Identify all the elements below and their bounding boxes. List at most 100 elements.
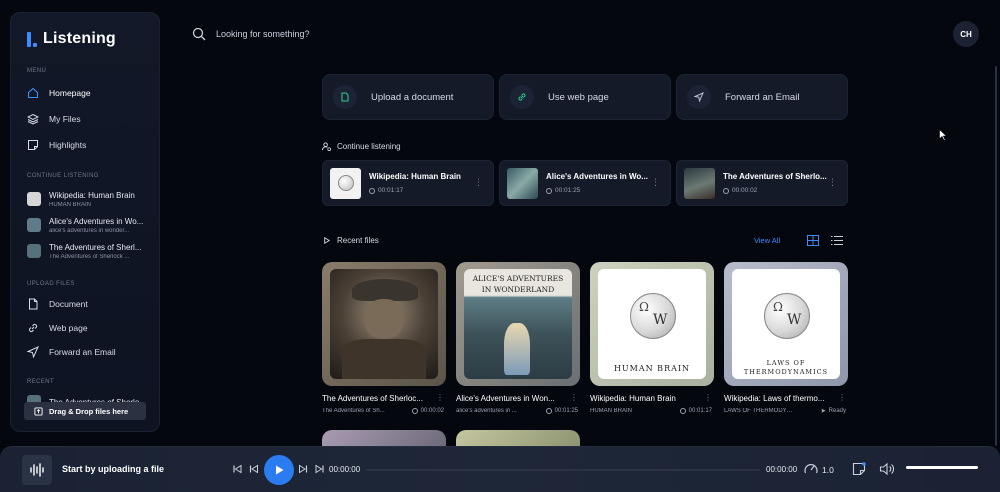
play-button[interactable] bbox=[264, 455, 294, 485]
thumbnail bbox=[684, 167, 715, 199]
notes-icon[interactable] bbox=[852, 462, 866, 476]
more-options-icon[interactable]: ⋮ bbox=[838, 393, 846, 402]
upload-icon bbox=[34, 406, 43, 416]
continue-card[interactable]: The Adventures of Sherlo... 00:00:02 ⋮ bbox=[676, 160, 848, 206]
layers-icon bbox=[27, 113, 39, 125]
sidebar-item-web-page[interactable]: Web page bbox=[27, 319, 155, 337]
rewind-icon[interactable] bbox=[249, 464, 259, 474]
send-icon bbox=[27, 346, 39, 358]
upload-document-card[interactable]: Upload a document bbox=[322, 74, 494, 120]
sidebar-item-homepage[interactable]: Homepage bbox=[27, 84, 155, 102]
skip-start-icon[interactable] bbox=[232, 464, 242, 474]
card-title: Wikipedia: Human Brain bbox=[369, 172, 461, 181]
search-icon[interactable] bbox=[192, 27, 206, 41]
user-avatar[interactable]: CH bbox=[953, 21, 979, 47]
file-status: ▶ Ready bbox=[821, 408, 846, 414]
file-subtitle: LAWS OF THERMODYNA... bbox=[724, 408, 796, 414]
sidebar-item-label: Highlights bbox=[49, 140, 87, 150]
menu-section-label: MENU bbox=[27, 68, 47, 74]
item-title: Wikipedia: Human Brain bbox=[49, 190, 135, 200]
file-cover: HUMAN BRAIN bbox=[590, 262, 714, 386]
sidebar-item-document[interactable]: Document bbox=[27, 295, 155, 313]
more-options-icon[interactable]: ⋮ bbox=[828, 177, 837, 188]
audio-player: Start by uploading a file 00:00:00 00:00… bbox=[0, 446, 1000, 492]
sidebar-item-my-files[interactable]: My Files bbox=[27, 110, 155, 128]
item-subtitle: The Adventures of Sherlock ... bbox=[49, 253, 130, 260]
file-cover: LAWS OF THERMODYNAMICS bbox=[724, 262, 848, 386]
grid-view-icon[interactable] bbox=[807, 235, 819, 246]
play-small-icon: ▶ bbox=[821, 408, 826, 414]
brand-logo[interactable]: Listening bbox=[27, 30, 116, 48]
clock-icon bbox=[546, 187, 552, 194]
recent-file-card[interactable]: The Adventures of Sherloc... ⋮ The Adven… bbox=[322, 262, 446, 422]
file-title: Wikipedia: Human Brain bbox=[590, 394, 676, 403]
thumbnail bbox=[27, 244, 41, 258]
wikipedia-globe-icon bbox=[764, 293, 810, 339]
scrollbar[interactable] bbox=[995, 66, 997, 446]
brand-name: Listening bbox=[43, 30, 116, 47]
sidebar-item-label: Document bbox=[49, 299, 88, 309]
section-title: Continue listening bbox=[337, 142, 401, 151]
continue-section-label: CONTINUE LISTENING bbox=[27, 173, 99, 179]
file-title: Wikipedia: Laws of thermo... bbox=[724, 394, 825, 403]
progress-bar[interactable] bbox=[366, 469, 760, 471]
send-icon bbox=[687, 85, 711, 109]
thumbnail bbox=[27, 218, 41, 232]
clock-icon bbox=[679, 408, 686, 414]
item-title: The Adventures of Sherl... bbox=[49, 242, 142, 252]
continue-card[interactable]: Wikipedia: Human Brain 00:01:17 ⋮ bbox=[322, 160, 494, 206]
logo-icon bbox=[27, 31, 37, 47]
sidebar-item-label: My Files bbox=[49, 114, 81, 124]
player-thumbnail bbox=[22, 455, 52, 485]
file-subtitle: The Adventures of Sh... bbox=[322, 408, 385, 414]
thumbnail bbox=[507, 167, 538, 199]
thumbnail bbox=[27, 192, 41, 206]
use-web-page-card[interactable]: Use web page bbox=[499, 74, 671, 120]
recent-file-card[interactable]: LAWS OF THERMODYNAMICS Wikipedia: Laws o… bbox=[724, 262, 848, 422]
forward-email-card[interactable]: Forward an Email bbox=[676, 74, 848, 120]
thumbnail bbox=[330, 167, 361, 199]
list-view-icon[interactable] bbox=[831, 235, 843, 246]
recent-file-card[interactable]: HUMAN BRAIN Wikipedia: Human Brain ⋮ HUM… bbox=[590, 262, 714, 422]
volume-slider[interactable] bbox=[906, 466, 978, 469]
sidebar-continue-item[interactable]: Alice's Adventures in Wo... alice's adve… bbox=[27, 214, 155, 236]
sidebar: Listening MENU Homepage My Files Highlig… bbox=[10, 12, 160, 432]
file-duration: 00:00:02 bbox=[411, 408, 444, 414]
more-options-icon[interactable]: ⋮ bbox=[570, 393, 578, 402]
forward-icon[interactable] bbox=[298, 464, 308, 474]
more-options-icon[interactable]: ⋮ bbox=[651, 177, 660, 188]
file-subtitle: HUMAN BRAIN bbox=[590, 408, 633, 414]
skip-end-icon[interactable] bbox=[315, 464, 325, 474]
sidebar-item-label: Web page bbox=[49, 323, 88, 333]
sidebar-continue-item[interactable]: The Adventures of Sherl... The Adventure… bbox=[27, 240, 155, 262]
play-icon bbox=[276, 465, 284, 475]
more-options-icon[interactable]: ⋮ bbox=[474, 177, 483, 188]
clock-icon bbox=[369, 187, 375, 194]
item-subtitle: alice's adventures in wonder... bbox=[49, 227, 130, 234]
card-title: Alice's Adventures in Wo... bbox=[546, 172, 648, 181]
wikipedia-globe-icon bbox=[630, 293, 676, 339]
playback-speed[interactable]: 1.0 bbox=[822, 465, 834, 475]
continue-card[interactable]: Alice's Adventures in Wo... 00:01:25 ⋮ bbox=[499, 160, 671, 206]
current-time: 00:00:00 bbox=[329, 465, 361, 474]
sidebar-continue-item[interactable]: Wikipedia: Human Brain HUMAN BRAIN bbox=[27, 188, 155, 210]
sidebar-item-highlights[interactable]: Highlights bbox=[27, 136, 155, 154]
recent-file-card[interactable]: ALICE'S ADVENTURES IN WONDERLAND Alice's… bbox=[456, 262, 580, 422]
sidebar-item-forward-email[interactable]: Forward an Email bbox=[27, 343, 155, 361]
document-icon bbox=[29, 298, 38, 310]
speed-gauge-icon[interactable] bbox=[803, 461, 819, 477]
waveform-icon bbox=[30, 463, 44, 477]
card-time: 00:01:17 bbox=[369, 187, 477, 194]
recent-file-card-partial[interactable] bbox=[456, 430, 580, 446]
search-input[interactable] bbox=[216, 26, 516, 42]
more-options-icon[interactable]: ⋮ bbox=[436, 393, 444, 402]
sidebar-item-label: Homepage bbox=[49, 88, 91, 98]
more-options-icon[interactable]: ⋮ bbox=[704, 393, 712, 402]
view-all-link[interactable]: View All bbox=[754, 236, 780, 245]
recent-file-card-partial[interactable] bbox=[322, 430, 446, 446]
link-icon bbox=[510, 85, 534, 109]
volume-icon[interactable] bbox=[879, 462, 895, 476]
item-subtitle: HUMAN BRAIN bbox=[49, 201, 92, 208]
drag-drop-zone[interactable]: Drag & Drop files here bbox=[24, 402, 146, 420]
file-duration: 00:01:25 bbox=[545, 408, 578, 414]
